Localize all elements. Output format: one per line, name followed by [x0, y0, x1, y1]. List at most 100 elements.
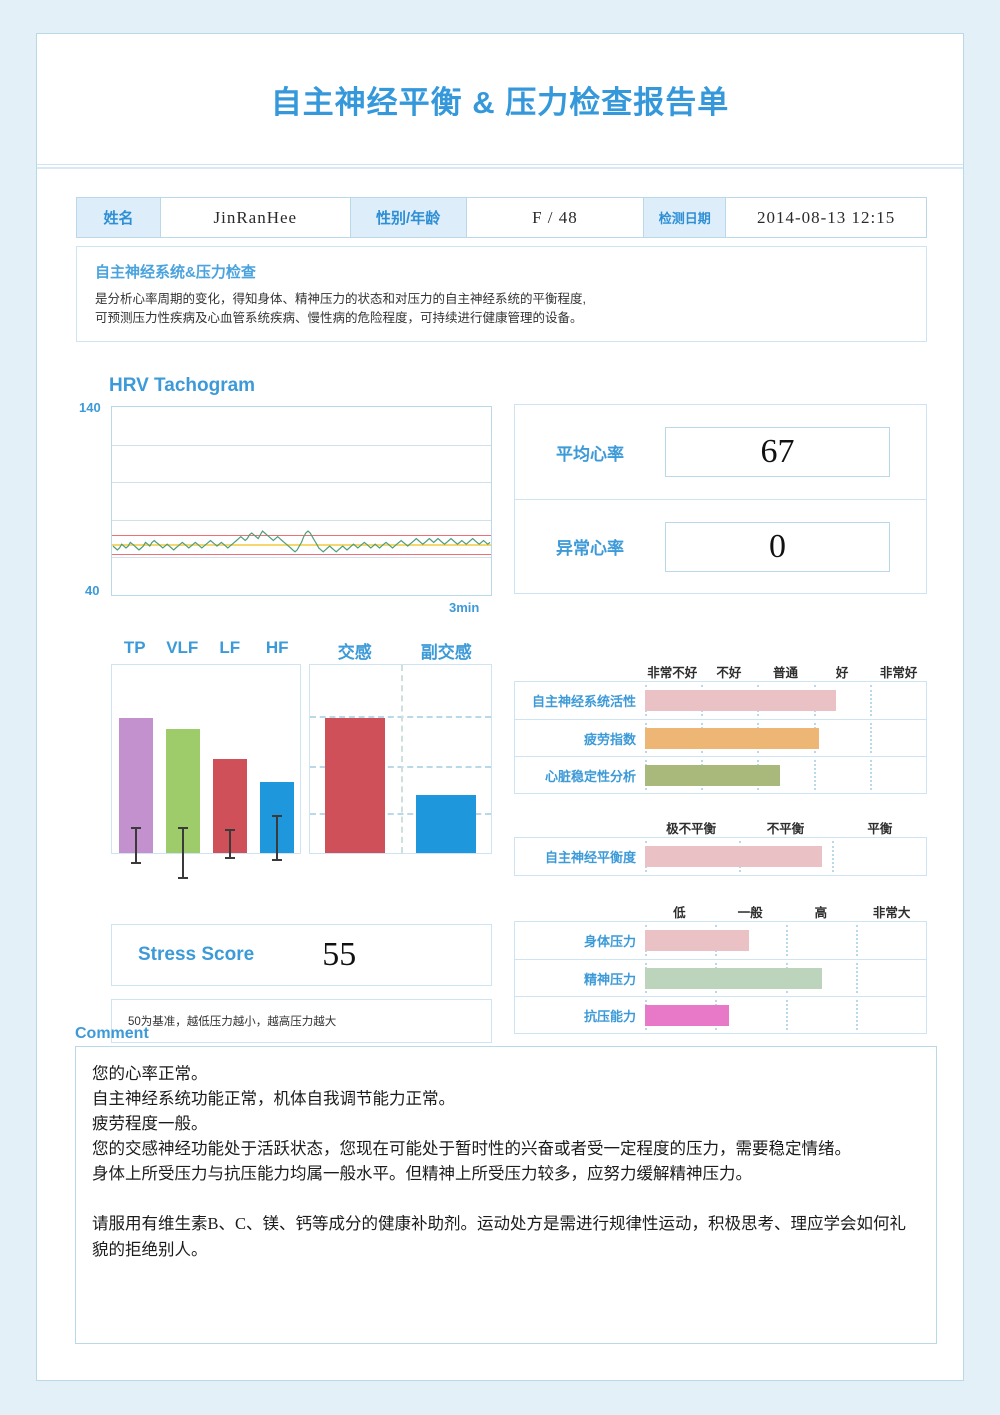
indicator-fill [645, 728, 820, 749]
average-heart-rate-value: 67 [665, 427, 890, 477]
balance-bar-column [310, 665, 401, 853]
abnormal-heart-rate-value: 0 [665, 521, 890, 572]
description-heading: 自主神经系统&压力检查 [95, 264, 256, 281]
indicator-row: 精神压力 [515, 959, 926, 996]
indicator-row: 身体压力 [515, 922, 926, 959]
spectrum-chart [111, 664, 301, 880]
hrv-x-label: 3min [449, 600, 480, 615]
function-group: 非常不好 不好 普通 好 非常好 自主神经系统活性 疲劳指数 心脏稳定性分析 [514, 662, 927, 794]
report-header: 自主神经平衡 & 压力检查报告单 [37, 34, 963, 164]
hrv-chart-title: HRV Tachogram [109, 375, 256, 396]
description-panel: 自主神经系统&压力检查 是分析心率周期的变化，得知身体、精神压力的状态和对压力的… [76, 246, 927, 342]
spectrum-bar [165, 728, 200, 880]
indicator-tick [855, 963, 858, 993]
hrv-y-max-label: 140 [79, 400, 101, 415]
pressure-group: 低 一般 高 非常大 身体压力 精神压力 抗压能力 [514, 902, 927, 1034]
balance-label: 交感 [337, 643, 372, 662]
autonomic-balance-chart [309, 664, 492, 854]
spectrum-bar [212, 759, 247, 859]
indicator-label: 身体压力 [583, 934, 636, 949]
spectrum-bar [118, 717, 153, 865]
spectrum-error-bar [177, 826, 188, 880]
indicator-track [645, 960, 926, 996]
spectrum-error-bar [271, 815, 282, 861]
spectrum-label-lf: LF [219, 638, 241, 657]
spectrum-label-hf: HF [265, 638, 289, 657]
indicator-label: 自主神经系统活性 [531, 694, 636, 709]
scale-tick-label: 非常好 [879, 666, 918, 680]
indicator-table: 身体压力精神压力抗压能力 [514, 921, 927, 1034]
page-title: 自主神经平衡 & 压力检查报告单 [270, 84, 730, 120]
stress-score-note: 50为基准，越低压力越小，越高压力越大 [128, 1016, 337, 1028]
spectrum-label-tp: TP [123, 638, 146, 657]
spectrum-bar-column [206, 665, 253, 859]
scale-tick-label: 普通 [772, 666, 798, 680]
description-line-2: 可预测压力性疾病及心血管系统疾病、慢性病的危险程度，可持续进行健康管理的设备。 [95, 311, 583, 326]
indicator-tick [785, 925, 788, 956]
scale-spacer [514, 818, 644, 837]
comment-title: Comment [75, 1025, 149, 1042]
indicator-row: 心脏稳定性分析 [515, 756, 926, 793]
indicator-row: 自主神经系统活性 [515, 682, 926, 719]
average-heart-rate-label: 平均心率 [556, 444, 624, 464]
stress-score-note-panel: 50为基准，越低压力越小，越高压力越大 [111, 999, 492, 1043]
balance-bar [415, 794, 476, 853]
indicator-track [645, 682, 926, 719]
scale-tick-label: 不平衡 [766, 822, 805, 836]
indicator-tick [869, 760, 872, 790]
indicator-fill [645, 765, 780, 786]
balance-group: 极不平衡 不平衡 平衡 自主神经平衡度 [514, 818, 927, 876]
indicator-label: 抗压能力 [583, 1008, 636, 1024]
stress-score-panel: Stress Score 55 [111, 924, 492, 986]
spectrum-bar-column [253, 665, 300, 861]
scale-tick-label: 一般 [737, 906, 763, 920]
sex-age-label: 性别/年龄 [350, 198, 467, 237]
indicator-tick [785, 1000, 788, 1030]
scale-tick-label: 低 [673, 906, 686, 920]
hrv-y-min-label: 40 [85, 583, 100, 598]
indicator-tick [869, 723, 872, 753]
description-line-1: 是分析心率周期的变化，得知身体、精神压力的状态和对压力的自主神经系统的平衡程度, [95, 292, 586, 306]
indicator-label: 心脏稳定性分析 [544, 768, 636, 784]
report-page: 自主神经平衡 & 压力检查报告单 姓名 JinRanHee 性别/年龄 F / … [36, 33, 964, 1381]
test-date-value: 2014-08-13 12:15 [756, 207, 896, 227]
indicator-row: 自主神经平衡度 [515, 838, 926, 875]
balance-bar [325, 717, 386, 853]
indicator-fill [645, 930, 749, 951]
abnormal-heart-rate-row: 异常心率 0 [515, 499, 926, 593]
scale-spacer [514, 662, 644, 681]
heart-rate-panel: 平均心率 67 异常心率 0 [514, 404, 927, 594]
average-heart-rate-row: 平均心率 67 [515, 405, 926, 499]
name-value: JinRanHee [161, 198, 351, 237]
indicator-track [645, 838, 926, 875]
indicator-fill [645, 846, 823, 867]
spectrum-bar [259, 781, 294, 861]
stress-score-label: Stress Score [138, 944, 255, 965]
spectrum-bar-column [112, 665, 159, 865]
indicator-row: 疲劳指数 [515, 719, 926, 756]
scale-tick-label: 非常不好 [647, 666, 698, 680]
indicator-track [645, 757, 926, 793]
balance-label: 副交感 [420, 643, 472, 662]
abnormal-heart-rate-label: 异常心率 [556, 539, 624, 558]
hrv-line-series [112, 530, 491, 553]
indicator-tick [832, 841, 835, 872]
scale-tick-label: 极不平衡 [666, 822, 717, 836]
indicator-fill [645, 968, 823, 989]
scale-tick-label: 不好 [716, 666, 742, 680]
indicator-label: 精神压力 [583, 971, 636, 987]
indicator-tick [813, 760, 816, 790]
indicator-row: 抗压能力 [515, 996, 926, 1033]
spectrum-error-bar [130, 826, 141, 865]
indicator-label: 自主神经平衡度 [544, 850, 636, 865]
header-divider-top [37, 164, 963, 165]
stress-score-value: 55 [322, 936, 357, 973]
scale-tick-label: 非常大 [872, 906, 911, 920]
indicator-track [645, 997, 926, 1033]
indicator-track [645, 922, 926, 959]
name-label: 姓名 [77, 198, 161, 237]
balance-bar-column [401, 665, 492, 853]
header-divider-bottom [37, 167, 963, 169]
indicator-tick [869, 685, 872, 716]
comment-text: 您的心率正常。 自主神经系统功能正常，机体自我调节能力正常。 疲劳程度一般。 您… [92, 1064, 907, 1259]
